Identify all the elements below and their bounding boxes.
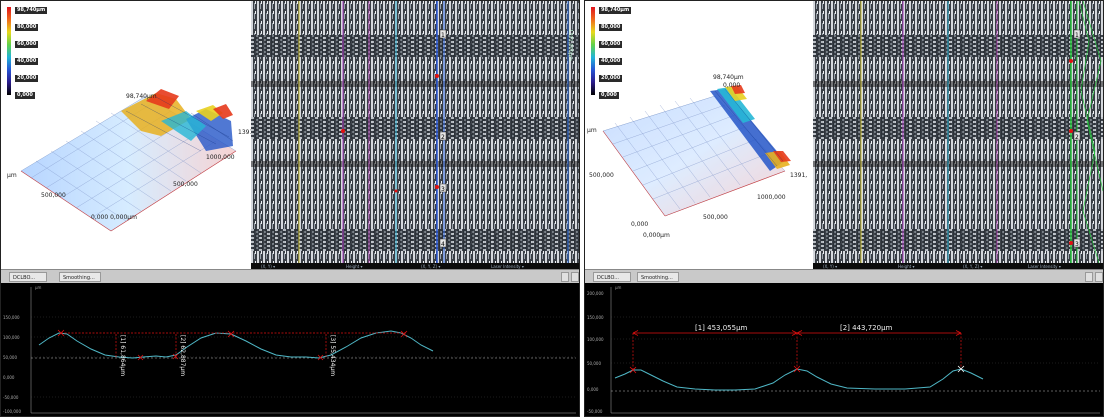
measurement-label: [3] 55,434µm — [329, 335, 336, 376]
y-tick: 200,000 — [587, 291, 604, 296]
panel-close-button[interactable] — [1095, 272, 1103, 282]
y-tick: 50,000 — [3, 355, 17, 360]
profile-plot: µm 200,000 150,000 100,000 50,000 0,000 … — [587, 285, 1100, 414]
measurement-label: [1] 61,864µm — [119, 335, 126, 376]
axis-label: 500,000 — [173, 181, 198, 188]
tab-smoothing[interactable]: Smoothing... — [59, 272, 101, 282]
axis-label: 500,000 — [41, 192, 66, 199]
y-tick: 0,000 — [587, 387, 599, 392]
3d-surface-plot: 98,740µm 1391 1000,000 500,000 µm 500,00… — [7, 89, 251, 232]
marker-label: 3 — [441, 186, 445, 193]
micro-side-label: 1391,000µm — [567, 29, 573, 61]
marker-label: 2 — [1075, 134, 1079, 141]
measurement-label: [2] 62,887µm — [179, 335, 186, 376]
y-tick: -50,000 — [587, 409, 603, 414]
tab-smoothing[interactable]: Smoothing... — [637, 272, 679, 282]
profile-unit: µm — [35, 285, 42, 290]
measurement-label: [1] 453,055µm — [695, 324, 748, 332]
micrograph-image: 1 2 3 — [813, 1, 1103, 263]
axis-label: 0,000 0,000µm — [91, 214, 137, 221]
axis-label: 0,000 — [631, 221, 648, 228]
axis-label: 1391, — [790, 172, 807, 179]
axis-label: 0,000µm — [643, 232, 670, 239]
tab-dclbo[interactable]: DCLBO... — [9, 272, 47, 282]
axis-label: 1391 — [238, 129, 251, 136]
axis-label: 1000,000 — [757, 194, 786, 201]
y-tick: -50,000 — [3, 395, 19, 400]
3d-surface-view[interactable]: 98,740µm 80,000 60,000 40,000 20,000 0,0… — [585, 1, 813, 269]
optical-micrograph[interactable]: 1 2 3 4 1391,000µm — [251, 1, 579, 263]
left-measurement-window: 98,740µm 80,000 60,000 40,000 20,000 0,0… — [0, 0, 580, 417]
right-measurement-window: 98,740µm 80,000 60,000 40,000 20,000 0,0… — [584, 0, 1104, 417]
marker-label: 3 — [1075, 241, 1079, 248]
height-profile-chart[interactable]: µm 150,000 100,000 50,000 0,000 -50,000 … — [1, 283, 579, 416]
height-profile-chart[interactable]: µm 200,000 150,000 100,000 50,000 0,000 … — [585, 283, 1103, 416]
optical-micrograph[interactable]: 1 2 3 — [813, 1, 1103, 263]
axis-label: µm — [587, 127, 597, 134]
axis-label: 500,000 — [703, 214, 728, 221]
panel-minimize-button[interactable] — [561, 272, 569, 282]
y-tick: -100,000 — [3, 409, 21, 414]
y-tick: 50,000 — [587, 361, 601, 366]
y-tick: 150,000 — [3, 315, 20, 320]
panel-close-button[interactable] — [571, 272, 579, 282]
profile-unit: µm — [615, 285, 622, 290]
axis-label: 0,000 — [723, 82, 740, 89]
measurement-label: [2] 443,720µm — [840, 324, 893, 332]
y-tick: 150,000 — [587, 315, 604, 320]
profile-plot: µm 150,000 100,000 50,000 0,000 -50,000 … — [3, 285, 576, 414]
3d-surface-view[interactable]: 98,740µm 80,000 60,000 40,000 20,000 0,0… — [1, 1, 251, 269]
marker-label: 1 — [1075, 32, 1079, 39]
y-tick: 100,000 — [3, 335, 20, 340]
3d-surface-plot: 98,740µm 0,000 1391, 1000,000 500,000 50… — [587, 74, 807, 239]
marker-label: 2 — [441, 134, 445, 141]
axis-label: 98,740µm — [713, 74, 744, 81]
marker-label: 1 — [441, 32, 445, 39]
y-tick: 0,000 — [3, 375, 15, 380]
axis-label: µm — [7, 172, 17, 179]
axis-label: 1000,000 — [206, 154, 235, 161]
axis-label: 98,740µm — [126, 93, 157, 100]
micrograph-image: 1 2 3 4 1391,000µm — [251, 1, 579, 263]
marker-label: 4 — [441, 241, 445, 248]
y-tick: 100,000 — [587, 337, 604, 342]
panel-minimize-button[interactable] — [1085, 272, 1093, 282]
axis-label: 500,000 — [589, 172, 614, 179]
tab-dclbo[interactable]: DCLBO... — [593, 272, 631, 282]
